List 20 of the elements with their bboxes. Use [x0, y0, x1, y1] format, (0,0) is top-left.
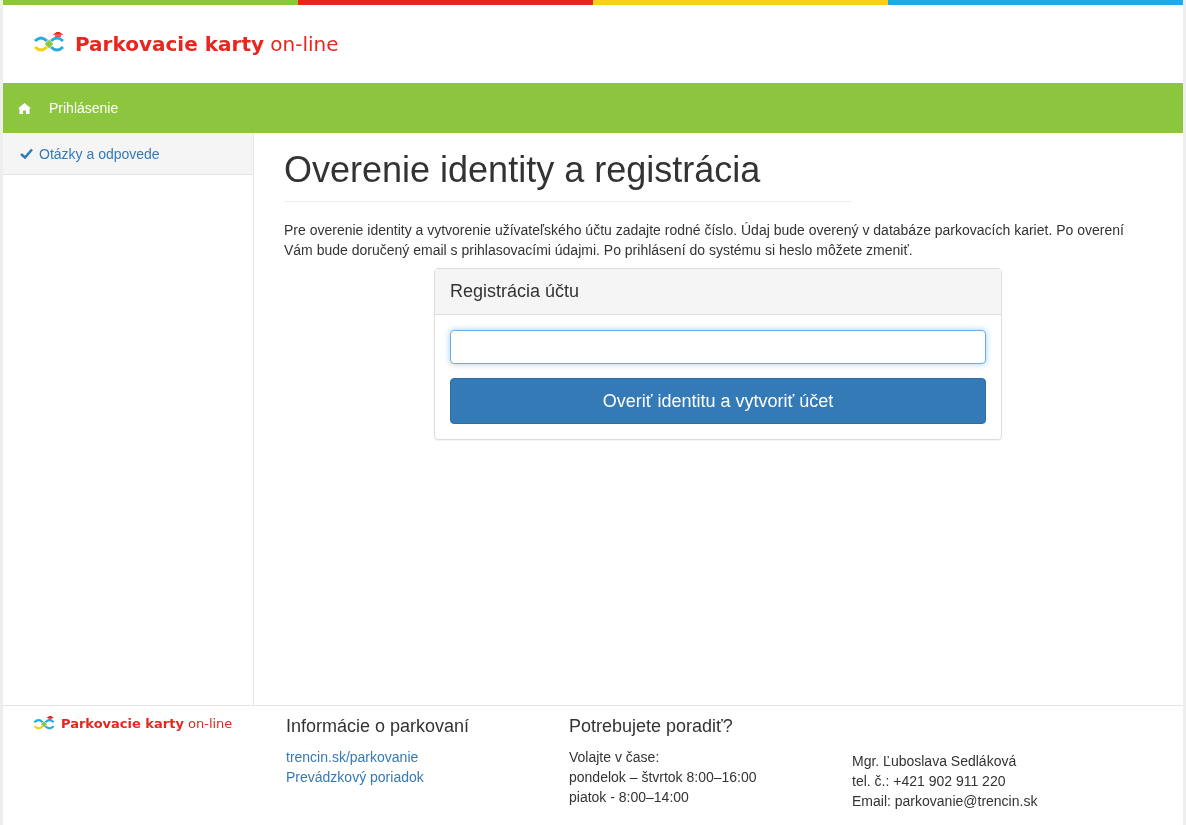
verify-button[interactable]: Overiť identitu a vytvoriť účet [450, 378, 986, 424]
contact-text: Email: parkovanie@trencin.sk [852, 792, 1038, 811]
input-field[interactable] [450, 330, 986, 364]
contact-text: tel. č.: +421 902 911 220 [852, 772, 1007, 791]
contact-text: Mgr. Ľuboslava Sedláková [852, 752, 1018, 771]
hours-text: pondelok – štvrtok 8:00–16:00 [569, 768, 758, 787]
footer-link[interactable]: trencin.sk/parkovanie [286, 747, 569, 767]
hours-text: Volajte v čase: [569, 748, 661, 767]
description-text: Pre overenie identity a vytvorenie užívateľského účtu zadajte rodné číslo. Údaj bude overený v databáze parkovacích kariet. Po overení Vám bude doručený email s prihlasovacími údajmi. Po prihlásení do systému si heslo môžete zmeniť. [284, 221, 1125, 260]
home-icon [18, 102, 31, 114]
logo-text: Parkovacie karty on-line [75, 32, 339, 56]
footer-heading: Informácie o parkovaní [286, 716, 471, 737]
panel-heading: Registrácia účtu [435, 269, 1001, 315]
checkmark-icon [20, 148, 33, 159]
page-title: Overenie identity a registrácia [284, 149, 852, 202]
footer-logo-text: Parkovacie karty on-line [61, 716, 233, 731]
hours-text: piatok - 8:00–14:00 [569, 788, 690, 807]
sidebar-item[interactable]: Otázky a odpovede [3, 133, 253, 175]
footer-heading: Potrebujete poradiť? [569, 716, 734, 737]
footer-link[interactable]: Prevádzkový poriadok [286, 767, 569, 787]
